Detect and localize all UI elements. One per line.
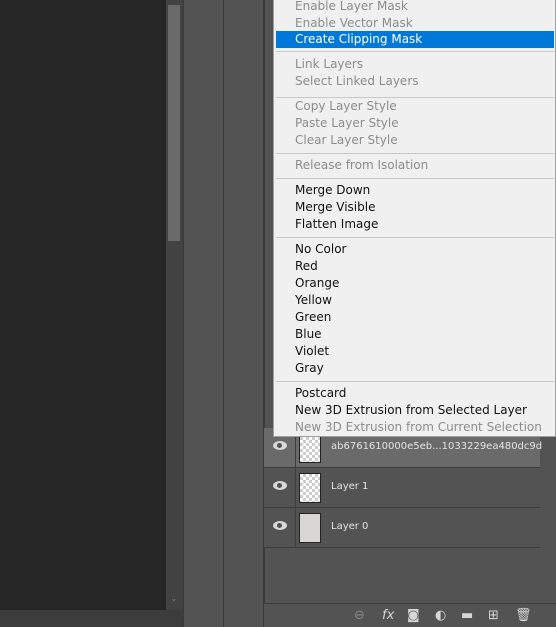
menu-item-clear-layer-style[interactable]: Clear Layer Style bbox=[276, 132, 554, 149]
menu-item-merge-down[interactable]: Merge Down bbox=[276, 182, 554, 199]
document-canvas bbox=[0, 0, 166, 610]
menu-item-postcard[interactable]: Postcard bbox=[276, 385, 554, 402]
menu-item-yellow[interactable]: Yellow bbox=[276, 292, 554, 309]
menu-item-link-layers[interactable]: Link Layers bbox=[276, 56, 554, 73]
menu-separator bbox=[276, 51, 554, 52]
menu-separator bbox=[276, 97, 554, 98]
eye-icon[interactable] bbox=[273, 521, 287, 530]
canvas-horizontal-scrollbar[interactable] bbox=[0, 610, 183, 627]
menu-item-flatten-image[interactable]: Flatten Image bbox=[276, 216, 554, 233]
folder-icon[interactable]: ▬ bbox=[461, 608, 473, 624]
menu-item-red[interactable]: Red bbox=[276, 258, 554, 275]
menu-item-release-from-isolation[interactable]: Release from Isolation bbox=[276, 157, 554, 174]
menu-item-enable-layer-mask[interactable]: Enable Layer Mask bbox=[276, 0, 554, 15]
menu-item-no-color[interactable]: No Color bbox=[276, 241, 554, 258]
fx-icon[interactable]: fx bbox=[382, 608, 394, 624]
menu-item-new-3d-extrusion-from-current-selection[interactable]: New 3D Extrusion from Current Selection bbox=[276, 419, 554, 436]
menu-item-merge-visible[interactable]: Merge Visible bbox=[276, 199, 554, 216]
scrollbar-thumb[interactable] bbox=[168, 5, 180, 241]
panel-dock-column bbox=[223, 0, 264, 627]
menu-separator bbox=[276, 153, 554, 154]
layer-thumbnail[interactable] bbox=[299, 473, 321, 503]
menu-item-copy-layer-style[interactable]: Copy Layer Style bbox=[276, 98, 554, 115]
eye-icon[interactable] bbox=[273, 481, 287, 490]
panel-dock-column bbox=[183, 0, 224, 627]
eye-icon[interactable] bbox=[273, 441, 287, 450]
canvas-vertical-scrollbar[interactable]: ⌄ bbox=[166, 0, 183, 610]
layer-name[interactable]: ab6761610000e5eb...1033229ea480dc9d bbox=[331, 441, 542, 452]
mask-icon[interactable]: ◙ bbox=[407, 608, 420, 624]
menu-item-enable-vector-mask[interactable]: Enable Vector Mask bbox=[276, 15, 554, 32]
divider bbox=[295, 468, 296, 508]
divider bbox=[295, 508, 296, 548]
menu-separator bbox=[276, 381, 554, 382]
layer-row[interactable]: Layer 0 bbox=[264, 508, 540, 548]
menu-item-create-clipping-mask[interactable]: Create Clipping Mask bbox=[276, 31, 554, 48]
layer-context-menu: Enable Layer Mask Enable Vector Mask Creat… bbox=[273, 0, 556, 437]
new-layer-icon[interactable]: ⊞ bbox=[488, 608, 499, 624]
menu-item-orange[interactable]: Orange bbox=[276, 275, 554, 292]
trash-icon[interactable]: 🗑 bbox=[515, 608, 532, 624]
menu-separator bbox=[276, 237, 554, 238]
menu-item-blue[interactable]: Blue bbox=[276, 326, 554, 343]
menu-item-gray[interactable]: Gray bbox=[276, 360, 554, 377]
menu-item-new-3d-extrusion-from-selected-layer[interactable]: New 3D Extrusion from Selected Layer bbox=[276, 402, 554, 419]
menu-item-paste-layer-style[interactable]: Paste Layer Style bbox=[276, 115, 554, 132]
layer-thumbnail[interactable] bbox=[299, 513, 321, 543]
adjustment-icon[interactable]: ◐ bbox=[435, 608, 446, 624]
layer-name[interactable]: Layer 1 bbox=[331, 481, 368, 492]
menu-item-green[interactable]: Green bbox=[276, 309, 554, 326]
link-icon[interactable]: ⊖ bbox=[354, 608, 365, 624]
menu-separator bbox=[276, 178, 554, 179]
scroll-down-icon[interactable]: ⌄ bbox=[170, 594, 178, 604]
menu-item-select-linked-layers[interactable]: Select Linked Layers bbox=[276, 73, 554, 90]
layer-thumbnail[interactable] bbox=[299, 433, 321, 463]
menu-item-violet[interactable]: Violet bbox=[276, 343, 554, 360]
layer-row[interactable]: Layer 1 bbox=[264, 468, 540, 508]
layers-panel-footer: ⊖ fx ◙ ◐ ▬ ⊞ 🗑 bbox=[264, 603, 556, 627]
layer-name[interactable]: Layer 0 bbox=[331, 521, 368, 532]
